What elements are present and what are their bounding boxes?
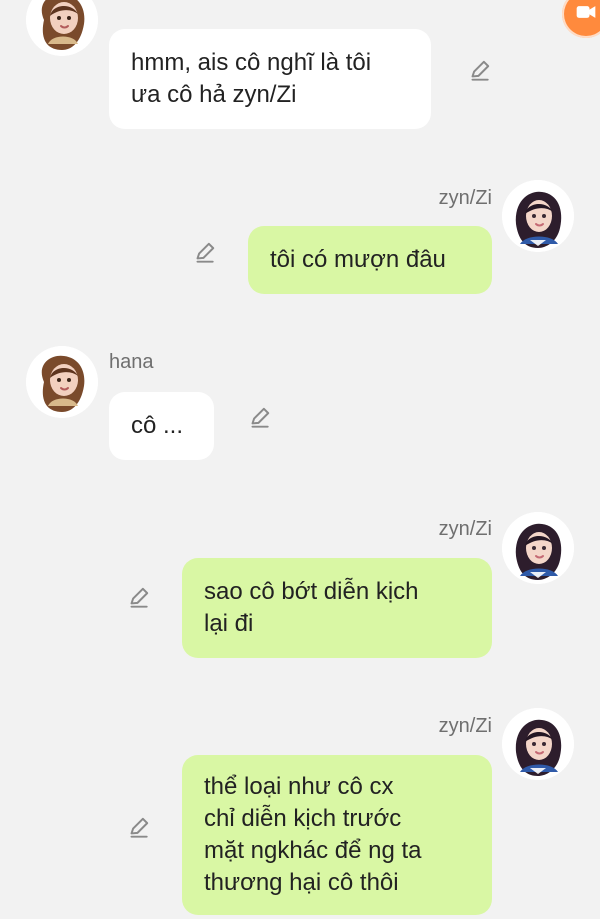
message-text-1: hmm, ais cô nghĩ là tôi ưa cô hả zyn/Zi — [131, 49, 372, 108]
message-bubble-4[interactable]: sao cô bớt diễn kịch lại đi — [182, 558, 492, 658]
edit-message-5-button[interactable] — [125, 815, 151, 841]
edit-message-1-button[interactable] — [466, 58, 492, 84]
edit-message-4-button[interactable] — [125, 585, 151, 611]
edit-message-3-button[interactable] — [246, 405, 272, 431]
video-button[interactable] — [562, 0, 600, 38]
avatar-hana[interactable] — [26, 346, 98, 418]
message-bubble-1[interactable]: hmm, ais cô nghĩ là tôi ưa cô hả zyn/Zi — [109, 29, 431, 129]
pencil-icon — [125, 585, 151, 611]
sender-name-3: hana — [109, 351, 154, 373]
video-icon — [572, 0, 600, 31]
pencil-icon — [466, 58, 492, 84]
pencil-icon — [191, 240, 217, 266]
pencil-icon — [246, 405, 272, 431]
avatar-zyn[interactable] — [502, 708, 574, 780]
pencil-icon — [125, 815, 151, 841]
message-text-2: tôi có mượn đâu — [270, 246, 446, 273]
avatar-zyn[interactable] — [502, 512, 574, 584]
avatar-hana[interactable] — [26, 0, 98, 56]
message-text-5: thể loại như cô cx chỉ diễn kịch trước m… — [204, 773, 422, 896]
message-bubble-5[interactable]: thể loại như cô cx chỉ diễn kịch trước m… — [182, 755, 492, 915]
avatar-zyn[interactable] — [502, 180, 574, 252]
edit-message-2-button[interactable] — [191, 240, 217, 266]
message-bubble-2[interactable]: tôi có mượn đâu — [248, 226, 492, 294]
sender-name-2: zyn/Zi — [438, 187, 492, 209]
sender-name-5: zyn/Zi — [438, 715, 492, 737]
message-text-4: sao cô bớt diễn kịch lại đi — [204, 578, 419, 637]
message-text-3: cô ... — [131, 412, 184, 439]
message-bubble-3[interactable]: cô ... — [109, 392, 214, 460]
sender-name-4: zyn/Zi — [438, 518, 492, 540]
